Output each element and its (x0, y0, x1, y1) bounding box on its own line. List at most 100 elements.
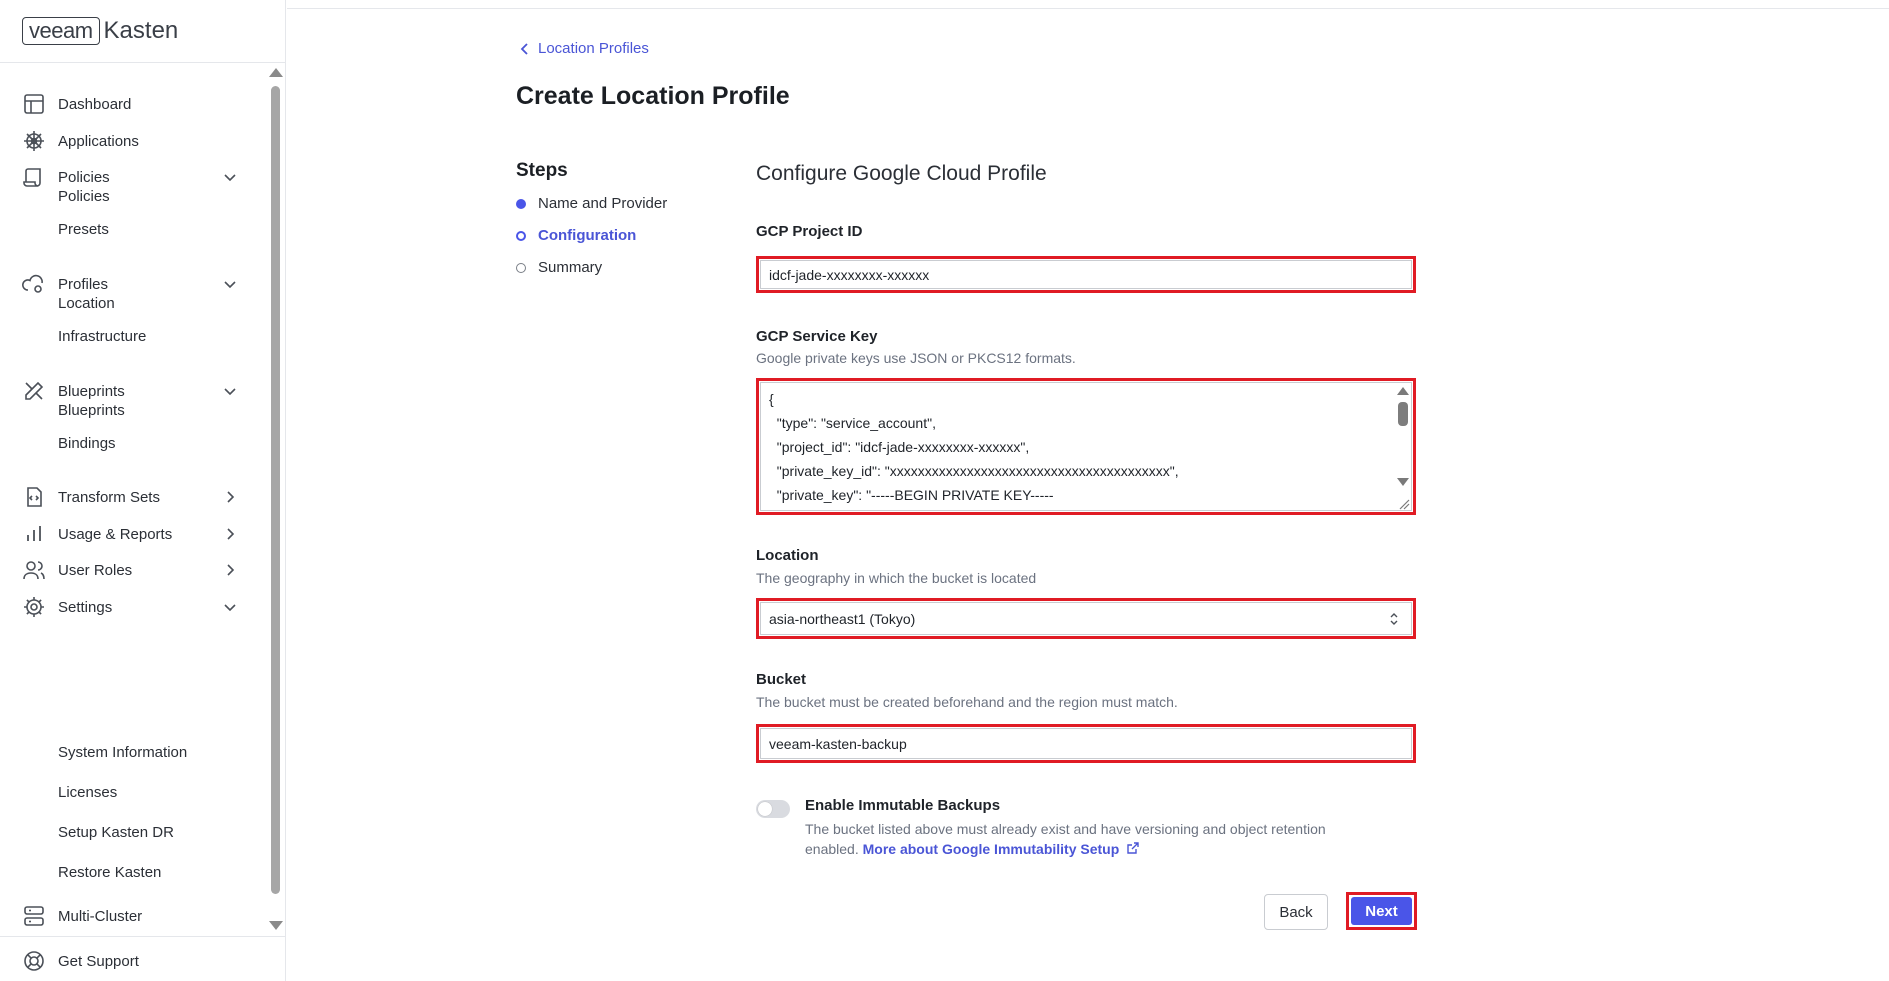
sidebar-subitem-blueprints[interactable]: Blueprints (58, 395, 125, 425)
step-configuration: Configuration (516, 227, 636, 244)
key-line: "project_id": "idcf-jade-xxxxxxxx-xxxxxx… (769, 439, 1030, 455)
gcp-service-key-label: GCP Service Key (756, 328, 878, 345)
sidebar-item-dashboard[interactable]: Dashboard (0, 84, 265, 124)
sidebar-subitem-infrastructure[interactable]: Infrastructure (58, 321, 146, 351)
sidebar-item-label: Transform Sets (58, 488, 160, 506)
step-name-and-provider: Name and Provider (516, 195, 667, 212)
sidebar-subitem-restore-kasten[interactable]: Restore Kasten (58, 857, 161, 887)
lifebuoy-icon (22, 949, 46, 973)
transform-doc-icon (22, 485, 46, 509)
immutable-backups-toggle[interactable] (756, 800, 790, 818)
sidebar-item-user-roles[interactable]: User Roles (0, 550, 265, 590)
sidebar-item-transform-sets[interactable]: Transform Sets (0, 477, 265, 517)
sidebar-item-label: Settings (58, 598, 113, 616)
sidebar-item-label: Applications (58, 132, 139, 150)
bucket-help: The bucket must be created beforehand an… (756, 694, 1178, 710)
chevron-right-icon[interactable] (222, 562, 238, 578)
server-icon (22, 904, 46, 928)
sidebar-item-settings[interactable]: Settings (0, 587, 265, 627)
sidebar-subitem-setup-kasten-dr[interactable]: Setup Kasten DR (58, 817, 174, 847)
scroll-icon (22, 165, 46, 189)
sidebar-subitem-bindings[interactable]: Bindings (58, 428, 116, 458)
textarea-scrollbar-thumb[interactable] (1398, 402, 1408, 426)
scroll-up-arrow-icon[interactable] (269, 68, 283, 77)
sidebar-item-blueprints[interactable]: Blueprints (0, 371, 265, 411)
sidebar-item-get-support[interactable]: Get Support (0, 941, 265, 981)
back-button[interactable]: Back (1264, 894, 1328, 930)
step-done-dot-icon (516, 198, 526, 209)
logo-text: Kasten (103, 17, 179, 44)
breadcrumb[interactable]: Location Profiles (520, 40, 649, 57)
gcp-service-key-textarea[interactable]: { "type": "service_account", "project_id… (760, 382, 1412, 511)
ruler-pencil-icon (22, 379, 46, 403)
divider (0, 936, 285, 937)
immutable-backups-desc: The bucket listed above must already exi… (805, 819, 1365, 859)
chevron-down-icon[interactable] (222, 276, 238, 292)
textarea-scroll-up-icon[interactable] (1397, 387, 1409, 395)
next-button[interactable]: Next (1351, 897, 1412, 925)
sidebar-scrollbar-thumb[interactable] (271, 86, 280, 894)
users-icon (22, 558, 46, 582)
page-title: Create Location Profile (516, 82, 790, 110)
location-help: The geography in which the bucket is loc… (756, 570, 1037, 586)
location-select[interactable]: asia-northeast1 (Tokyo) (760, 602, 1412, 635)
scroll-down-arrow-icon[interactable] (269, 921, 283, 930)
divider (0, 62, 285, 63)
gcp-project-id-label: GCP Project ID (756, 223, 863, 240)
chevron-down-icon[interactable] (222, 169, 238, 185)
sidebar-item-policies[interactable]: Policies (0, 157, 265, 197)
step-current-dot-icon (516, 230, 526, 241)
bucket-input[interactable]: veeam-kasten-backup (760, 728, 1412, 759)
sidebar-subitem-presets[interactable]: Presets (58, 214, 109, 244)
form-title: Configure Google Cloud Profile (756, 162, 1047, 185)
bar-chart-icon (22, 522, 46, 546)
bucket-label: Bucket (756, 671, 807, 688)
step-summary: Summary (516, 259, 602, 276)
location-label: Location (756, 547, 819, 564)
veeam-kasten-logo: veeam Kasten (22, 16, 178, 46)
sidebar-item-label: Multi-Cluster (58, 907, 143, 925)
logo-box: veeam (22, 17, 100, 45)
chevron-down-icon[interactable] (222, 599, 238, 615)
key-line: "private_key_id": "xxxxxxxxxxxxxxxxxxxxx… (769, 463, 1179, 479)
resize-handle-icon[interactable] (1398, 498, 1410, 510)
sidebar-item-multi-cluster[interactable]: Multi-Cluster (0, 896, 265, 936)
step-pending-dot-icon (516, 262, 526, 273)
gcp-project-id-input[interactable]: idcf-jade-xxxxxxxx-xxxxxx (760, 260, 1412, 289)
sidebar-item-label: Get Support (58, 952, 139, 970)
chevron-down-icon[interactable] (222, 383, 238, 399)
dashboard-icon (22, 92, 46, 116)
chevron-left-icon (520, 42, 528, 55)
step-label: Configuration (538, 227, 637, 244)
chevron-right-icon[interactable] (222, 489, 238, 505)
key-line: { (769, 391, 774, 407)
external-link-icon (1127, 842, 1139, 854)
sidebar-subitem-licenses[interactable]: Licenses (58, 777, 117, 807)
breadcrumb-link[interactable]: Location Profiles (538, 40, 649, 57)
chevron-right-icon[interactable] (222, 526, 238, 542)
key-line: "private_key": "-----BEGIN PRIVATE KEY--… (769, 487, 1054, 503)
gear-icon (22, 595, 46, 619)
sidebar: veeam Kasten Dashboard Applications Poli… (0, 0, 286, 981)
sidebar-item-applications[interactable]: Applications (0, 121, 265, 161)
sidebar-item-label: User Roles (58, 561, 133, 579)
sidebar-subitem-system-information[interactable]: System Information (58, 737, 187, 767)
immutability-setup-link[interactable]: More about Google Immutability Setup (863, 841, 1140, 857)
select-updown-icon (1390, 613, 1398, 625)
sidebar-item-label: Dashboard (58, 95, 132, 113)
sidebar-item-profiles[interactable]: Profiles (0, 264, 265, 304)
toggle-knob (758, 802, 772, 816)
textarea-scroll-down-icon[interactable] (1397, 478, 1409, 486)
sidebar-item-usage-reports[interactable]: Usage & Reports (0, 514, 265, 554)
sidebar-subitem-location[interactable]: Location (58, 288, 115, 318)
helm-wheel-icon (22, 129, 46, 153)
immutable-backups-label: Enable Immutable Backups (805, 797, 1001, 814)
step-label: Name and Provider (538, 195, 668, 212)
key-line: "type": "service_account", (769, 415, 936, 431)
gcp-service-key-help: Google private keys use JSON or PKCS12 f… (756, 350, 1076, 366)
sidebar-subitem-policies[interactable]: Policies (58, 181, 110, 211)
divider (287, 8, 1889, 9)
step-label: Summary (538, 259, 603, 276)
sidebar-item-label: Usage & Reports (58, 525, 173, 543)
steps-title: Steps (516, 160, 568, 181)
